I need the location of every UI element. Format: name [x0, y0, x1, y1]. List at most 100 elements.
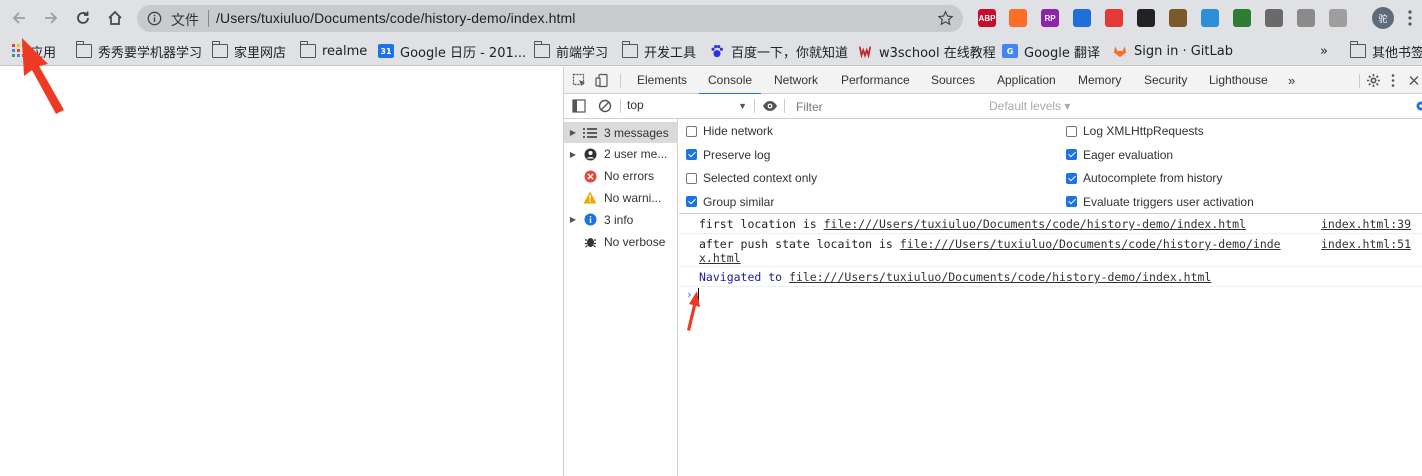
home-button[interactable] [103, 6, 127, 30]
info-icon[interactable] [147, 11, 162, 26]
gitlab-extension-icon[interactable] [1009, 9, 1027, 27]
rp-extension-icon[interactable]: RP [1041, 9, 1059, 27]
checkbox-checked-icon[interactable] [1066, 172, 1077, 184]
bookmark-folder[interactable]: 秀秀要学机器学习 [76, 41, 203, 61]
bookmark-folder[interactable]: 家里网店 [212, 41, 286, 61]
bookmark-google-calendar[interactable]: 31 Google 日历 - 201... [378, 43, 526, 61]
setting-selected-context-only[interactable]: Selected context only [686, 171, 817, 185]
bookmark-other-folder[interactable]: 其他书签 [1350, 41, 1422, 61]
bookmark-label: w3school 在线教程 [879, 45, 996, 61]
tab-lighthouse[interactable]: Lighthouse [1207, 67, 1270, 94]
sidebar-item-bug[interactable]: No verbose [564, 231, 678, 252]
folder-icon [1350, 41, 1366, 58]
clear-console-icon[interactable] [598, 99, 612, 113]
bookmark-folder[interactable]: realme [300, 41, 367, 59]
more-vert-icon[interactable] [1407, 8, 1413, 28]
bookmark-label: 秀秀要学机器学习 [98, 45, 203, 61]
forward-button[interactable] [39, 6, 63, 30]
reload-button[interactable] [71, 6, 95, 30]
message-link[interactable]: file:///Users/tuxiuluo/Documents/code/hi… [824, 217, 1246, 231]
setting-group-similar[interactable]: Group similar [686, 195, 774, 209]
bookmark-google-translate[interactable]: G Google 翻译 [1002, 43, 1100, 61]
setting-evaluate-triggers-user-activation[interactable]: Evaluate triggers user activation [1066, 195, 1254, 209]
checkbox-checked-icon[interactable] [686, 149, 697, 160]
inspect-element-icon[interactable] [572, 73, 587, 88]
tab-console[interactable]: Console [698, 67, 762, 95]
checkbox-checked-icon[interactable] [1066, 196, 1077, 207]
gear-icon[interactable] [1366, 73, 1381, 88]
tab-network[interactable]: Network [772, 67, 820, 94]
sidebar-item-user[interactable]: ▶ 2 user me... [564, 144, 678, 165]
tab-security[interactable]: Security [1142, 67, 1189, 94]
message-source-link[interactable]: index.html:51 [1321, 237, 1411, 251]
folder-icon [76, 41, 92, 58]
message-link[interactable]: file:///Users/tuxiuluo/Documents/code/hi… [789, 270, 1211, 284]
sidebar-item-list[interactable]: ▶ 3 messages [564, 122, 678, 143]
qr-extension-icon[interactable] [1137, 9, 1155, 27]
tab-elements[interactable]: Elements [635, 67, 689, 94]
gardener-extension-icon[interactable] [1169, 9, 1187, 27]
bookmark-folder[interactable]: 开发工具 [622, 41, 696, 61]
square-extension-icon[interactable] [1297, 9, 1315, 27]
bookmark-label: Google 翻译 [1024, 45, 1100, 61]
lock-ext-extension-icon[interactable] [1105, 9, 1123, 27]
setting-preserve-log[interactable]: Preserve log [686, 148, 770, 162]
caret-down-icon: ▼ [738, 101, 747, 111]
vue-extension-icon[interactable] [1265, 9, 1283, 27]
pen-extension-icon[interactable] [1329, 9, 1347, 27]
checkbox-unchecked-icon[interactable] [1066, 125, 1077, 137]
bookmark-baidu[interactable]: 百度一下，你就知道 [709, 43, 849, 61]
checkbox-unchecked-icon[interactable] [686, 125, 697, 137]
setting-hide-network[interactable]: Hide network [686, 124, 773, 138]
message-link[interactable]: file:///Users/tuxiuluo/Documents/code/hi… [900, 237, 1281, 251]
tab-application[interactable]: Application [995, 67, 1058, 94]
baidu-paw-icon [711, 45, 723, 58]
bookmarks-more-button[interactable]: » [1320, 43, 1328, 59]
tab-memory[interactable]: Memory [1076, 67, 1123, 94]
folder-icon [622, 41, 638, 58]
eye-icon[interactable] [762, 99, 778, 113]
sidebar-item-info[interactable]: ▶ 3 info [564, 209, 678, 230]
bookmark-label: 百度一下，你就知道 [731, 45, 849, 61]
tree-extension-icon[interactable] [1233, 9, 1251, 27]
log-levels-dropdown[interactable]: Default levels ▾ [989, 99, 1070, 113]
setting-eager-evaluation[interactable]: Eager evaluation [1066, 148, 1173, 162]
address-bar[interactable]: 文件 /Users/tuxiuluo/Documents/code/histor… [137, 5, 963, 32]
arrow-right-icon [45, 12, 58, 24]
sidebar-toggle-icon[interactable] [572, 99, 586, 113]
home-icon [108, 10, 122, 25]
back-button[interactable] [7, 6, 31, 30]
bookmark-gitlab[interactable]: Sign in · GitLab [1112, 43, 1233, 59]
expand-triangle-icon: ▶ [569, 149, 577, 159]
checkbox-checked-icon[interactable] [686, 196, 697, 207]
setting-autocomplete-from-history[interactable]: Autocomplete from history [1066, 171, 1222, 185]
bookmark-w3school[interactable]: w3school 在线教程 [857, 43, 996, 61]
tab-sources[interactable]: Sources [929, 67, 977, 94]
xmind-extension-icon[interactable] [1201, 9, 1219, 27]
setting-log-xmlhttprequests[interactable]: Log XMLHttpRequests [1066, 124, 1204, 138]
message-source-link[interactable]: index.html:39 [1321, 217, 1411, 231]
close-icon[interactable] [1408, 73, 1420, 88]
annotation-arrow-icon [687, 291, 700, 331]
more-tabs-button[interactable]: » [1286, 67, 1297, 94]
abp-extension-icon[interactable]: ABP [978, 9, 996, 27]
context-select[interactable]: top ▼ [627, 98, 747, 115]
sidebar-item-error[interactable]: No errors [564, 166, 678, 187]
filter-input[interactable] [788, 97, 984, 116]
sidebar-item-warning[interactable]: No warni... [564, 187, 678, 208]
console-settings-icon[interactable] [1414, 99, 1422, 113]
url-text[interactable]: /Users/tuxiuluo/Documents/code/history-d… [216, 10, 575, 26]
message-text: Navigated to file:///Users/tuxiuluo/Docu… [699, 270, 1211, 284]
star-icon[interactable] [937, 10, 954, 27]
checkbox-unchecked-icon[interactable] [686, 172, 697, 184]
toolbar-divider [620, 99, 621, 113]
message-link-wrap[interactable]: x.html [699, 251, 741, 265]
bookmark-folder[interactable]: 前端学习 [534, 41, 608, 61]
dropbox-extension-icon[interactable] [1073, 9, 1091, 27]
console-message-navigated: Navigated to file:///Users/tuxiuluo/Docu… [679, 267, 1422, 287]
more-vert-icon[interactable] [1390, 73, 1396, 88]
tab-performance[interactable]: Performance [839, 67, 912, 94]
avatar[interactable]: 驼 [1372, 7, 1394, 29]
device-toolbar-icon[interactable] [595, 73, 610, 88]
checkbox-checked-icon[interactable] [1066, 149, 1077, 160]
